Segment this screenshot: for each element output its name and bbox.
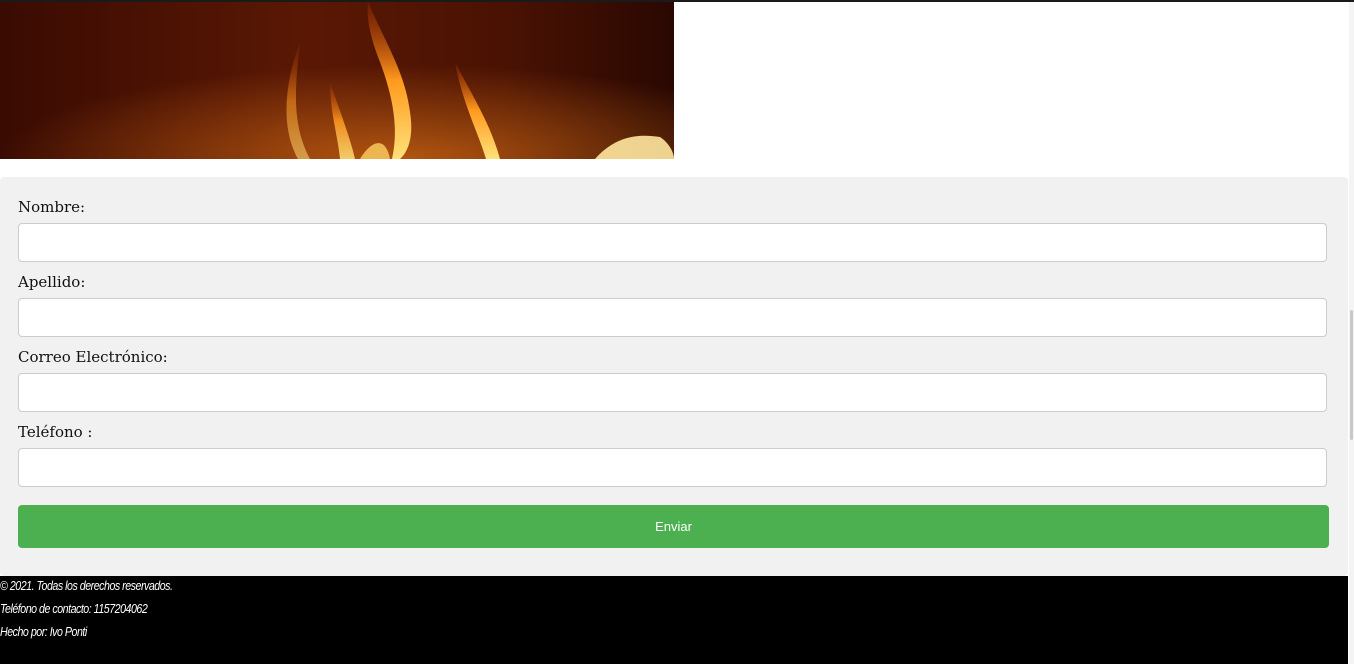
apellido-label: Apellido: [18,273,86,291]
telefono-label: Teléfono : [18,423,93,441]
footer: © 2021. Todas los derechos reservados. T… [0,576,1348,664]
scrollbar-thumb[interactable] [1350,310,1353,440]
telefono-input[interactable] [18,448,1327,487]
nombre-label: Nombre: [18,198,86,216]
enviar-button[interactable]: Enviar [18,505,1329,548]
nombre-input[interactable] [18,223,1327,262]
fire-banner-image [0,2,674,159]
correo-input[interactable] [18,373,1327,412]
contact-phone-text: Teléfono de contacto: 1157204062 [0,601,148,616]
apellido-input[interactable] [18,298,1327,337]
correo-label: Correo Electrónico: [18,348,168,366]
contact-form: Nombre: Apellido: Correo Electrónico: Te… [0,177,1348,576]
author-text: Hecho por: Ivo Ponti [0,624,87,639]
copyright-text: © 2021. Todas los derechos reservados. [0,578,173,593]
